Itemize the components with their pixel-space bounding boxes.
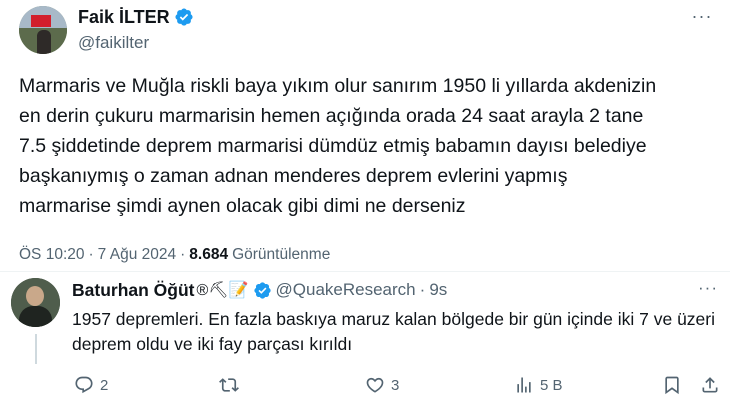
name-emojis: ®⛏📝	[196, 282, 249, 299]
reply-actions: 2 3 5 B	[72, 372, 722, 398]
views-icon	[517, 377, 531, 393]
verified-badge-icon[interactable]	[174, 7, 194, 27]
reply-author-name[interactable]: Baturhan Öğüt	[72, 280, 195, 301]
retweet-icon	[219, 378, 239, 392]
like-button[interactable]: 3	[365, 372, 399, 398]
more-icon[interactable]: ···	[696, 279, 720, 300]
verified-badge-icon[interactable]	[253, 281, 272, 300]
reply-text: 1957 depremleri. En fazla baskıya maruz …	[72, 309, 715, 354]
bookmark-icon	[665, 376, 679, 395]
reply-count: 2	[100, 376, 109, 394]
author-row: Faik İLTER	[78, 6, 194, 28]
reply-button[interactable]: 2	[74, 372, 108, 398]
avatar[interactable]	[11, 278, 60, 327]
reply-author-handle[interactable]: @QuakeResearch	[276, 280, 416, 300]
meta-separator: ·	[180, 246, 186, 263]
tweet-date[interactable]: 7 Ağu 2024	[98, 246, 176, 264]
like-icon	[366, 377, 384, 393]
views-count: 5 B	[540, 376, 563, 394]
author-handle[interactable]: @faikilter	[78, 33, 149, 53]
main-tweet: Faik İLTER @faikilter ··· Marmaris ve Mu…	[0, 0, 730, 272]
views-count: 8.684	[189, 246, 229, 263]
more-icon[interactable]: ···	[690, 6, 714, 30]
reply-icon	[75, 376, 93, 394]
tweet-time[interactable]: ÖS 10:20	[19, 246, 85, 264]
reply-separator: ·	[419, 280, 426, 299]
like-count: 3	[391, 376, 400, 394]
avatar[interactable]	[19, 6, 67, 54]
thread-line	[35, 334, 37, 364]
reply-tweet[interactable]: Baturhan Öğüt ®⛏📝 @QuakeResearch · 9s ··…	[0, 272, 730, 420]
author-name[interactable]: Faik İLTER	[78, 7, 170, 28]
reply-time[interactable]: 9s	[429, 280, 447, 300]
share-button[interactable]	[700, 372, 720, 398]
views-label: Görüntülenme	[232, 246, 331, 263]
retweet-button[interactable]	[219, 372, 245, 398]
meta-separator: ·	[88, 246, 94, 263]
tweet-text: Marmaris ve Muğla riskli baya yıkım olur…	[19, 75, 657, 217]
tweet-meta: ÖS 10:20 · 7 Ağu 2024 · 8.684 Görüntülen…	[19, 244, 330, 266]
reply-author-row: Baturhan Öğüt ®⛏📝 @QuakeResearch · 9s	[72, 278, 447, 302]
bookmark-button[interactable]	[662, 372, 682, 398]
views-button[interactable]: 5 B	[514, 372, 563, 398]
share-icon	[702, 377, 718, 393]
